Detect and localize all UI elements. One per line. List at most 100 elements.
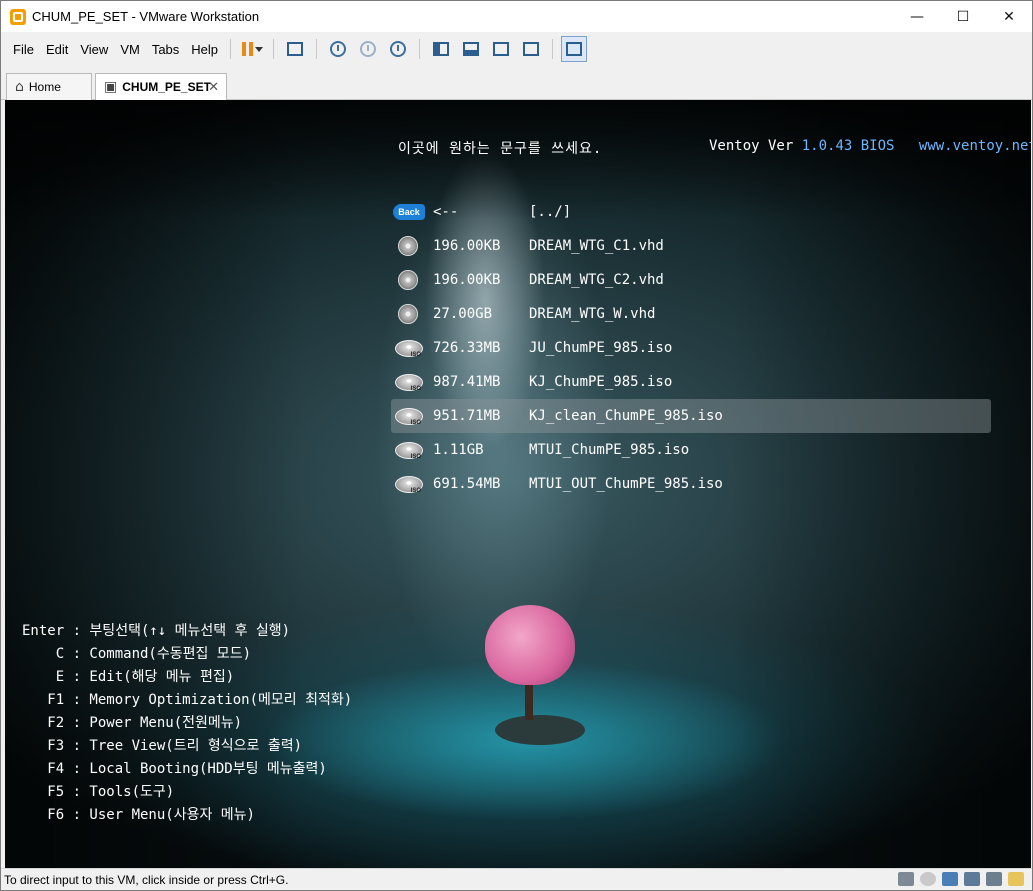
entry-size: 726.33MB [433,340,501,356]
menu-vm[interactable]: VM [114,42,146,57]
toolbar-separator [552,39,554,59]
iso-icon [395,408,423,426]
menu-file[interactable]: File [7,42,40,57]
entry-size: 196.00KB [433,238,501,254]
entry-name: MTUI_ChumPE_985.iso [529,442,690,458]
entry-size: <-- [433,204,459,220]
entry-name: DREAM_WTG_C1.vhd [529,238,664,254]
toolbar-separator [230,39,232,59]
menu-edit[interactable]: Edit [40,42,74,57]
tab-home-label: Home [28,80,61,94]
sound-icon[interactable] [986,872,1002,886]
status-bar: To direct input to this VM, click inside… [1,868,1032,890]
library-icon [433,42,450,56]
snapshot-manager-button[interactable] [385,36,411,62]
message-icon[interactable] [1008,872,1024,886]
home-icon: ⌂ [15,79,24,95]
ventoy-url: www.ventoy.net [918,138,1031,154]
iso-icon [395,340,423,358]
snapshot-icon [330,41,347,57]
unity-button[interactable] [518,36,544,62]
hotkey-line: F4 : Local Booting(HDD부팅 메뉴출력) [22,761,327,777]
entry-size: 1.11GB [433,442,484,458]
console-view-icon [566,42,583,56]
tab-close-icon[interactable]: ✕ [208,80,219,95]
vm-icon: ▣ [104,79,118,95]
ventoy-version: Ventoy Ver 1.0.43 BIOS www.ventoy.net [709,138,1031,154]
cd-icon[interactable] [920,872,936,886]
fullscreen-icon [493,42,510,56]
show-library-button[interactable] [428,36,454,62]
snapshot-manager-icon [390,41,407,57]
list-item[interactable]: 27.00GB DREAM_WTG_W.vhd [391,297,991,331]
tab-home[interactable]: ⌂ Home [6,73,92,100]
tab-vm-label: CHUM_PE_SET [122,80,211,94]
window-title: CHUM_PE_SET - VMware Workstation [32,9,260,24]
list-item[interactable]: Back <-- [../] [391,195,991,229]
vmware-app-icon [10,8,26,25]
send-ctrl-alt-del-button[interactable] [282,36,308,62]
menu-tabs[interactable]: Tabs [146,42,185,57]
toolbar-separator [273,39,275,59]
disk-icon [398,270,418,290]
pause-button[interactable] [239,36,265,62]
status-text: To direct input to this VM, click inside… [4,872,289,887]
list-item[interactable]: 691.54MB MTUI_OUT_ChumPE_985.iso [391,467,991,501]
title-bar: CHUM_PE_SET - VMware Workstation — ☐ ✕ [1,1,1032,32]
hotkey-line: F2 : Power Menu(전원메뉴) [22,715,243,731]
background-tree [485,605,575,685]
list-item[interactable]: 726.33MB JU_ChumPE_985.iso [391,331,991,365]
entry-size: 196.00KB [433,272,501,288]
full-screen-button[interactable] [488,36,514,62]
show-thumbnail-button[interactable] [458,36,484,62]
network-adapter-icon[interactable] [942,872,958,886]
revert-snapshot-icon [360,41,377,57]
version-label: Ventoy Ver [709,138,794,154]
pause-icon [241,42,253,56]
list-item[interactable]: 1.11GB MTUI_ChumPE_985.iso [391,433,991,467]
take-snapshot-button[interactable] [325,36,351,62]
entry-size: 987.41MB [433,374,501,390]
hotkey-line: F6 : User Menu(사용자 메뉴) [22,807,255,823]
hotkey-line: C : Command(수동편집 모드) [22,646,251,662]
back-icon: Back [393,204,425,220]
hotkey-line: E : Edit(해당 메뉴 편집) [22,669,235,685]
entry-name: KJ_clean_ChumPE_985.iso [529,408,723,424]
custom-message: 이곳에 원하는 문구를 쓰세요. [398,141,603,157]
disk-icon [398,236,418,256]
hotkey-line: F5 : Tools(도구) [22,784,175,800]
entry-name: DREAM_WTG_C2.vhd [529,272,664,288]
maximize-button[interactable]: ☐ [940,1,986,32]
tab-chum-pe-set[interactable]: ▣ CHUM_PE_SET ✕ [95,73,227,100]
version-number: 1.0.43 BIOS [801,138,895,154]
hdd-icon[interactable] [898,872,914,886]
minimize-button[interactable]: — [894,1,940,32]
menu-help[interactable]: Help [185,42,224,57]
list-item[interactable]: 196.00KB DREAM_WTG_C1.vhd [391,229,991,263]
entry-size: 691.54MB [433,476,501,492]
list-item[interactable]: 196.00KB DREAM_WTG_C2.vhd [391,263,991,297]
entry-name: [../] [529,204,572,220]
revert-snapshot-button[interactable] [355,36,381,62]
close-button[interactable]: ✕ [986,1,1032,32]
menu-view[interactable]: View [74,42,114,57]
iso-icon [395,374,423,392]
usb-icon[interactable] [964,872,980,886]
vm-console[interactable]: 이곳에 원하는 문구를 쓰세요. Ventoy Ver 1.0.43 BIOS … [5,100,1031,868]
entry-name: MTUI_OUT_ChumPE_985.iso [529,476,723,492]
iso-icon [395,476,423,494]
toolbar-separator [419,39,421,59]
device-icons [898,872,1024,886]
console-view-button[interactable] [561,36,588,62]
unity-icon [523,42,540,56]
iso-icon [395,442,423,460]
thumbnail-icon [463,42,480,56]
list-item[interactable]: 987.41MB KJ_ChumPE_985.iso [391,365,991,399]
window-controls: — ☐ ✕ [894,1,1032,32]
tab-bar: ⌂ Home ▣ CHUM_PE_SET ✕ [1,66,1032,100]
network-icon [287,42,304,56]
hotkey-line: Enter : 부팅선택(↑↓ 메뉴선택 후 실행) [22,623,291,639]
list-item-selected[interactable]: 951.71MB KJ_clean_ChumPE_985.iso [391,399,991,433]
disk-icon [398,304,418,324]
hotkey-line: F3 : Tree View(트리 형식으로 출력) [22,738,303,754]
